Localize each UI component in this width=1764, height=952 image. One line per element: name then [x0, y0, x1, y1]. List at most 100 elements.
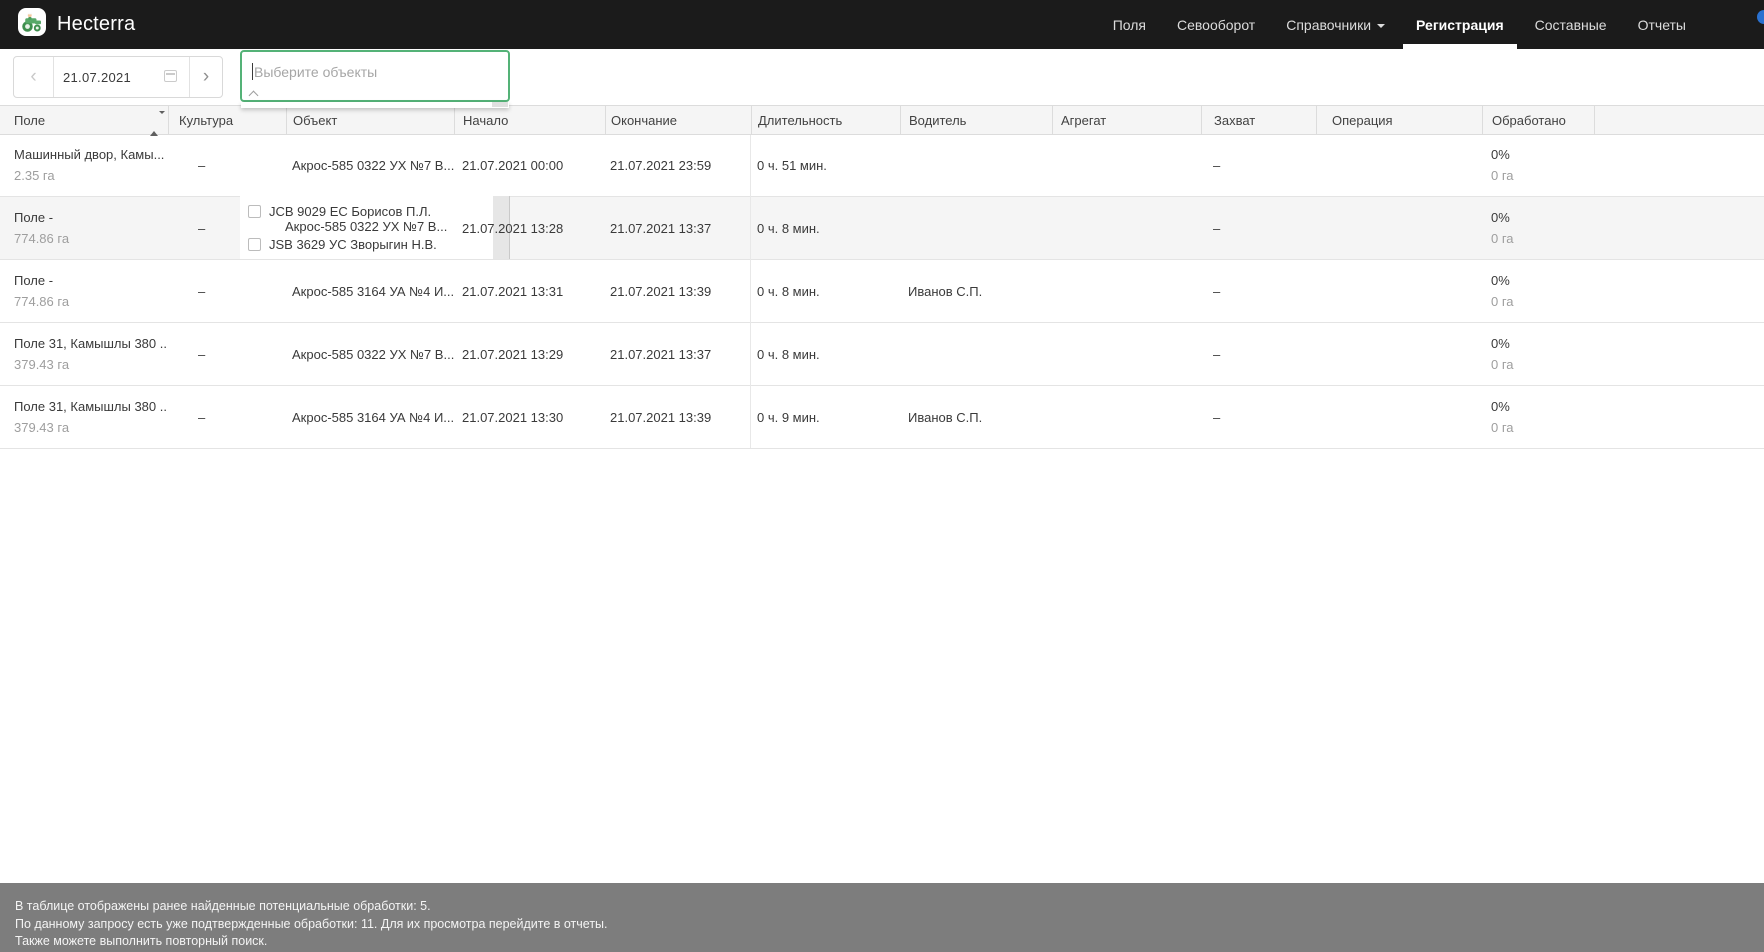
- driver-cell: [900, 323, 1052, 385]
- date-picker: ‹ 21.07.2021 ›: [13, 56, 223, 98]
- main-nav: Поля Севооборот Справочники Регистрация …: [1113, 0, 1686, 49]
- column-header-pole[interactable]: Поле: [0, 106, 168, 134]
- coverage-cell: –: [1201, 197, 1316, 259]
- column-header-nachalo[interactable]: Начало: [454, 106, 605, 134]
- processed-pct: 0%: [1491, 396, 1594, 417]
- processed-area: 0 га: [1491, 165, 1594, 186]
- app-header: Hecterra Поля Севооборот Справочники Рег…: [0, 0, 1764, 49]
- field-area: 774.86 га: [14, 291, 168, 312]
- field-name: Поле -: [14, 270, 168, 291]
- object-select-placeholder: Выберите объекты: [254, 64, 377, 80]
- nav-item-registratsiya[interactable]: Регистрация: [1416, 0, 1504, 49]
- driver-cell: Иванов С.П.: [900, 386, 1052, 448]
- nav-item-spravochniki[interactable]: Справочники: [1286, 0, 1385, 49]
- footer-line-1: В таблице отображены ранее найденные пот…: [15, 898, 1764, 916]
- chevron-up-icon[interactable]: [250, 89, 258, 97]
- prev-day-button[interactable]: ‹: [14, 57, 54, 97]
- table-row[interactable]: Поле -774.86 га – Акрос-585 3164 УА №4 И…: [0, 260, 1764, 323]
- end-cell: 21.07.2021 13:37: [605, 197, 751, 259]
- start-cell: 21.07.2021 00:00: [454, 134, 605, 196]
- object-multiselect-input[interactable]: Выберите объекты: [240, 50, 510, 102]
- processed-area: 0 га: [1491, 354, 1594, 375]
- column-header-agregat[interactable]: Агрегат: [1052, 106, 1201, 134]
- column-header-operatsiya[interactable]: Операция: [1316, 106, 1482, 134]
- column-header-obrabotano[interactable]: Обработано: [1482, 106, 1594, 134]
- duration-cell: 0 ч. 8 мин.: [751, 323, 900, 385]
- column-header-kultura[interactable]: Культура: [168, 106, 286, 134]
- dropdown-scrollbar-top[interactable]: [492, 102, 508, 107]
- footer-line-3: Также можете выполнить повторный поиск.: [15, 933, 1764, 951]
- field-area: 2.35 га: [14, 165, 168, 186]
- nav-item-sostavnye[interactable]: Составные: [1535, 0, 1607, 49]
- duration-cell: 0 ч. 9 мин.: [751, 386, 900, 448]
- nav-item-otchety[interactable]: Отчеты: [1638, 0, 1686, 49]
- driver-cell: [900, 197, 1052, 259]
- column-header-voditel[interactable]: Водитель: [900, 106, 1052, 134]
- table-row[interactable]: Поле 31, Камышлы 380 ...379.43 га – Акро…: [0, 386, 1764, 449]
- tractor-icon: [20, 10, 44, 34]
- field-area: 379.43 га: [14, 417, 168, 438]
- popup-option[interactable]: JCB 9029 ЕС Борисов П.Л.: [248, 204, 431, 219]
- checkbox[interactable]: [248, 205, 261, 218]
- duration-cell: 0 ч. 8 мин.: [751, 260, 900, 322]
- column-header-okonchanie[interactable]: Окончание: [605, 106, 751, 134]
- end-cell: 21.07.2021 13:39: [605, 386, 751, 448]
- column-header-zakhvat[interactable]: Захват: [1201, 106, 1316, 134]
- table-body: Машинный двор, Камы...2.35 га – Акрос-58…: [0, 134, 1764, 449]
- calendar-icon[interactable]: [164, 70, 177, 82]
- processed-area: 0 га: [1491, 417, 1594, 438]
- object-cell: Акрос-585 0322 УХ №7 В...: [286, 134, 454, 196]
- start-cell: 21.07.2021 13:31: [454, 260, 605, 322]
- start-cell: 21.07.2021 13:29: [454, 323, 605, 385]
- popup-option[interactable]: JSB 3629 УС Зворыгин Н.В.: [248, 237, 437, 252]
- column-header-dlitelnost[interactable]: Длительность: [751, 106, 900, 134]
- culture-cell: –: [168, 134, 286, 196]
- processed-pct: 0%: [1491, 207, 1594, 228]
- app-logo[interactable]: [18, 8, 46, 36]
- object-cell: Акрос-585 3164 УА №4 И...: [286, 386, 454, 448]
- culture-cell: –: [168, 323, 286, 385]
- object-cell: Акрос-585 0322 УХ №7 В...: [286, 323, 454, 385]
- duration-cell: 0 ч. 51 мин.: [751, 134, 900, 196]
- coverage-cell: –: [1201, 134, 1316, 196]
- culture-cell: –: [168, 386, 286, 448]
- footer-line-2: По данному запросу есть уже подтвержденн…: [15, 916, 1764, 934]
- start-cell: 21.07.2021 13:28: [454, 197, 605, 259]
- coverage-cell: –: [1201, 260, 1316, 322]
- field-name: Поле 31, Камышлы 380 ...: [14, 333, 168, 354]
- field-name: Машинный двор, Камы...: [14, 144, 168, 165]
- table-row[interactable]: Поле 31, Камышлы 380 ...379.43 га – Акро…: [0, 323, 1764, 386]
- end-cell: 21.07.2021 13:39: [605, 260, 751, 322]
- coverage-cell: –: [1201, 323, 1316, 385]
- field-name: Поле -: [14, 207, 168, 228]
- end-cell: 21.07.2021 13:37: [605, 323, 751, 385]
- processed-pct: 0%: [1491, 270, 1594, 291]
- field-area: 379.43 га: [14, 354, 168, 375]
- checkbox[interactable]: [248, 238, 261, 251]
- coverage-cell: –: [1201, 386, 1316, 448]
- notification-dot[interactable]: [1757, 10, 1764, 24]
- table-row[interactable]: Машинный двор, Камы...2.35 га – Акрос-58…: [0, 134, 1764, 197]
- driver-cell: Иванов С.П.: [900, 260, 1052, 322]
- date-field[interactable]: 21.07.2021: [54, 57, 189, 97]
- text-caret: [252, 63, 253, 80]
- processed-area: 0 га: [1491, 228, 1594, 249]
- processed-pct: 0%: [1491, 144, 1594, 165]
- start-cell: 21.07.2021 13:30: [454, 386, 605, 448]
- column-header-obyekt[interactable]: Объект: [286, 106, 454, 134]
- next-day-button[interactable]: ›: [189, 57, 222, 97]
- nav-item-polya[interactable]: Поля: [1113, 0, 1146, 49]
- row-object-text: Акрос-585 0322 УХ №7 В...: [285, 219, 447, 234]
- status-footer: В таблице отображены ранее найденные пот…: [0, 883, 1764, 952]
- duration-cell: 0 ч. 8 мин.: [751, 197, 900, 259]
- sort-icon[interactable]: [150, 114, 158, 126]
- processed-area: 0 га: [1491, 291, 1594, 312]
- processed-pct: 0%: [1491, 333, 1594, 354]
- table-header: Поле Культура Объект Начало Окончание Дл…: [0, 105, 1764, 135]
- nav-item-sevooborot[interactable]: Севооборот: [1177, 0, 1255, 49]
- column-divider: [1594, 106, 1595, 134]
- app-title: Hecterra: [57, 0, 135, 49]
- object-cell: Акрос-585 3164 УА №4 И...: [286, 260, 454, 322]
- date-value: 21.07.2021: [63, 70, 131, 85]
- chevron-down-icon: [1377, 24, 1385, 28]
